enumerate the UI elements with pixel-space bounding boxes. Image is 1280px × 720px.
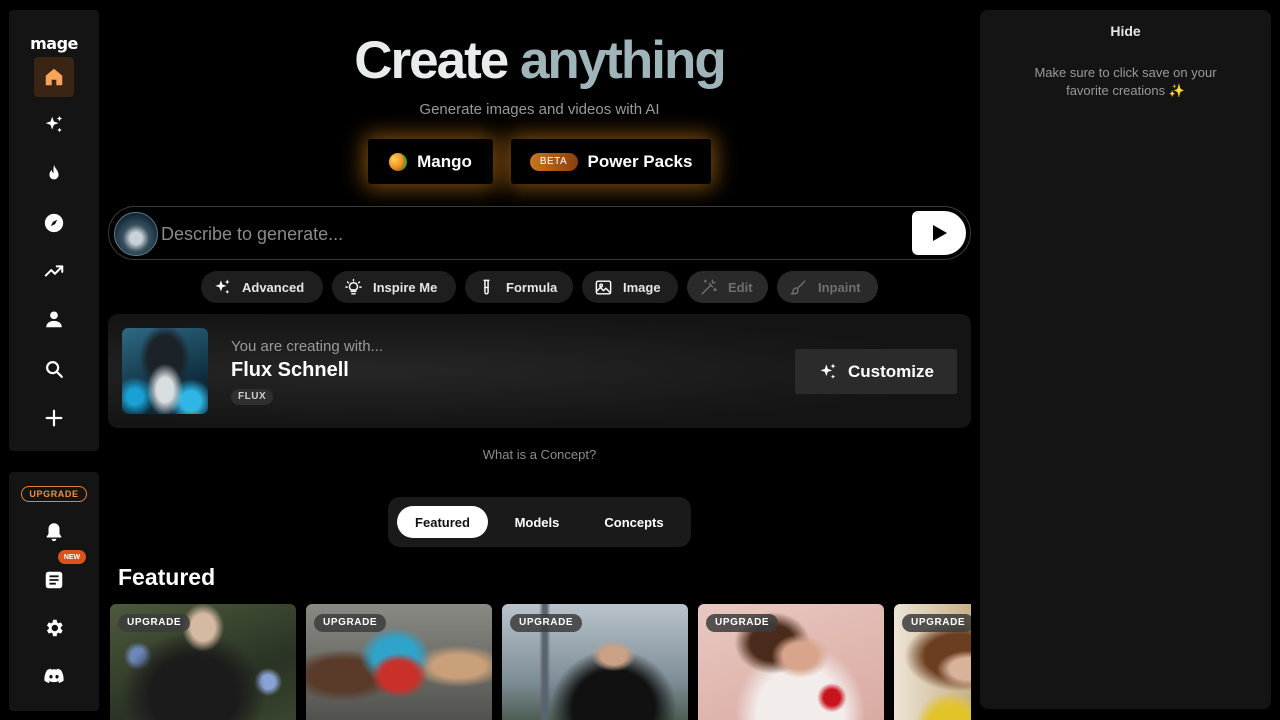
sidebar-item-generate[interactable] xyxy=(34,105,74,145)
sidebar-item-create[interactable] xyxy=(34,398,74,438)
upgrade-badge: UPGRADE xyxy=(510,614,583,632)
sidebar-item-explore[interactable] xyxy=(34,203,74,243)
sparkles-icon xyxy=(45,115,63,133)
sidebar-item-settings[interactable] xyxy=(34,608,74,648)
upgrade-badge: UPGRADE xyxy=(902,614,971,632)
featured-heading: Featured xyxy=(118,564,216,590)
trending-icon xyxy=(44,265,64,277)
edit-chip[interactable]: Edit xyxy=(687,271,768,303)
concept-name: Flux Schnell xyxy=(231,359,349,381)
search-icon xyxy=(46,361,63,378)
image-icon xyxy=(595,279,612,295)
inpaint-chip[interactable]: Inpaint xyxy=(777,271,878,303)
sidebar-nav: mage xyxy=(9,10,99,451)
featured-card[interactable]: UPGRADE xyxy=(698,604,884,720)
power-packs-label: Power Packs xyxy=(587,151,693,171)
bell-icon xyxy=(46,523,62,542)
article-icon xyxy=(45,571,63,589)
compass-icon xyxy=(44,213,64,233)
sidebar-bottom: UPGRADE NEW xyxy=(9,472,99,711)
sidebar-item-profile[interactable] xyxy=(34,299,74,339)
title-word-anything: anything xyxy=(519,31,727,90)
chip-label: Image xyxy=(623,279,661,295)
prompt-bar xyxy=(108,206,971,260)
advanced-chip[interactable]: Advanced xyxy=(201,271,323,303)
tab-models[interactable]: Models xyxy=(498,506,576,538)
customize-label: Customize xyxy=(848,361,934,381)
gear-icon xyxy=(46,619,63,637)
new-badge: NEW xyxy=(58,550,86,564)
hide-panel-button[interactable]: Hide xyxy=(980,23,1271,39)
title-word-create: Create xyxy=(354,31,509,90)
upgrade-badge: UPGRADE xyxy=(706,614,779,632)
test-tube-icon xyxy=(483,279,490,294)
mango-label: Mango xyxy=(417,151,472,171)
featured-gallery: UPGRADE UPGRADE UPGRADE UPGRADE UPGRADE xyxy=(110,604,971,720)
chip-label: Inpaint xyxy=(818,279,861,295)
beta-badge: BETA xyxy=(529,152,578,171)
mango-mode-button[interactable]: Mango xyxy=(368,139,493,184)
customize-button[interactable]: Customize xyxy=(795,349,957,394)
upgrade-badge: UPGRADE xyxy=(314,614,387,632)
featured-card[interactable]: UPGRADE xyxy=(502,604,688,720)
sidebar-item-discord[interactable] xyxy=(34,656,74,696)
page-subtitle: Generate images and videos with AI xyxy=(419,101,660,118)
featured-card[interactable]: UPGRADE xyxy=(110,604,296,720)
concept-thumbnail[interactable] xyxy=(122,328,208,414)
chip-label: Inspire Me xyxy=(373,279,438,295)
tab-concepts[interactable]: Concepts xyxy=(586,506,682,538)
concept-kicker: You are creating with... xyxy=(231,338,384,355)
home-icon xyxy=(45,68,63,86)
featured-card[interactable]: UPGRADE xyxy=(306,604,492,720)
what-is-concept-link[interactable]: What is a Concept? xyxy=(108,447,971,462)
sparkles-icon xyxy=(215,279,230,294)
sidebar-item-search[interactable] xyxy=(34,349,74,389)
power-packs-button[interactable]: BETA Power Packs xyxy=(511,139,711,184)
featured-card[interactable]: UPGRADE xyxy=(894,604,971,720)
magic-wand-icon xyxy=(701,279,718,295)
main-content: Create anything Generate images and vide… xyxy=(108,0,971,720)
sidebar-item-notifications[interactable] xyxy=(34,512,74,552)
sparkles-icon xyxy=(820,363,836,379)
user-icon xyxy=(46,311,62,328)
plus-icon xyxy=(45,409,63,427)
play-icon xyxy=(933,225,947,241)
lightbulb-icon xyxy=(345,278,362,295)
chip-label: Edit xyxy=(728,279,753,295)
concept-avatar[interactable] xyxy=(114,212,158,256)
sidebar-item-trending[interactable] xyxy=(34,251,74,291)
save-hint: Make sure to click save on your favorite… xyxy=(1034,65,1217,98)
creations-panel: Hide Make sure to click save on your fav… xyxy=(980,10,1271,709)
flame-icon xyxy=(49,164,59,180)
concept-tag: FLUX xyxy=(231,389,274,405)
image-chip[interactable]: Image xyxy=(582,271,678,303)
formula-chip[interactable]: Formula xyxy=(465,271,573,303)
prompt-input[interactable] xyxy=(161,217,901,251)
brush-icon xyxy=(790,279,806,295)
chip-label: Formula xyxy=(506,279,558,295)
generate-button[interactable] xyxy=(912,211,966,255)
page-title: Create anything xyxy=(108,30,971,92)
upgrade-button[interactable]: UPGRADE xyxy=(21,486,87,502)
mage-logo[interactable]: mage xyxy=(9,34,99,53)
sidebar-item-home[interactable] xyxy=(34,57,74,97)
mango-icon xyxy=(389,152,408,171)
sidebar-item-hot[interactable] xyxy=(34,154,74,194)
inspire-me-chip[interactable]: Inspire Me xyxy=(332,271,456,303)
sidebar-item-news[interactable]: NEW xyxy=(34,550,86,600)
gallery-tabs: Featured Models Concepts xyxy=(388,497,691,547)
concept-card: You are creating with... Flux Schnell FL… xyxy=(108,314,971,428)
chip-label: Advanced xyxy=(242,279,305,295)
upgrade-badge: UPGRADE xyxy=(118,614,191,632)
tab-featured[interactable]: Featured xyxy=(397,506,488,538)
discord-icon xyxy=(44,668,64,684)
